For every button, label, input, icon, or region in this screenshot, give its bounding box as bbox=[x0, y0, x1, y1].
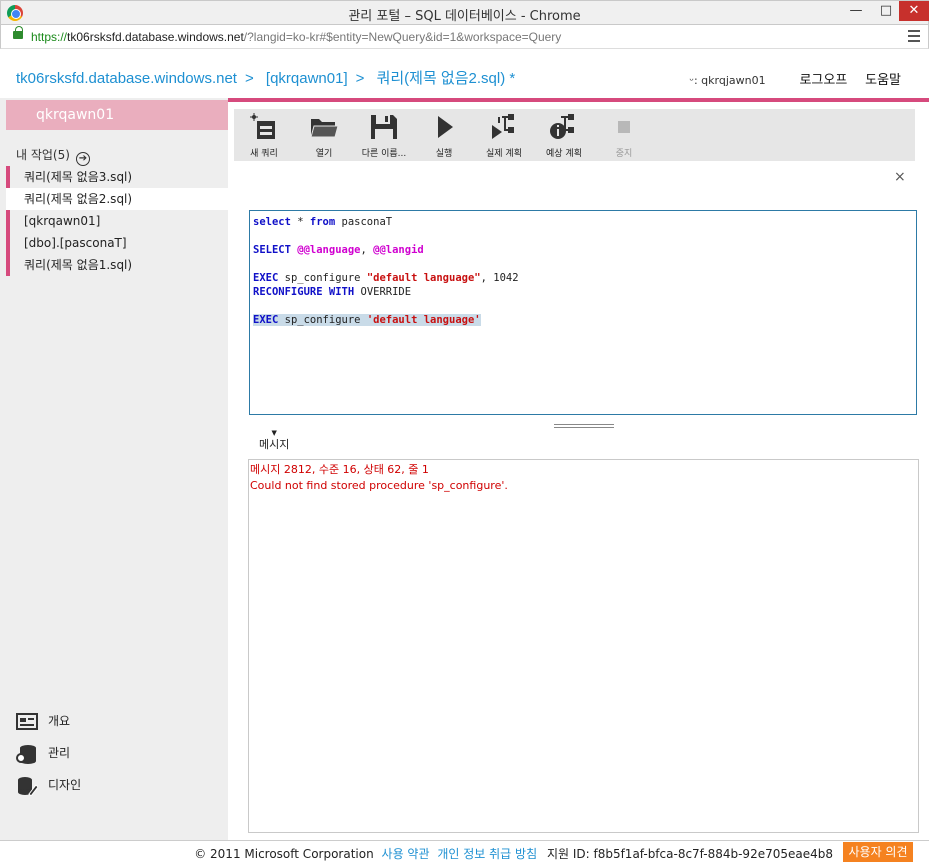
url-scheme: https:// bbox=[31, 30, 68, 44]
terms-link[interactable]: 사용 약관 bbox=[382, 847, 430, 861]
privacy-link[interactable]: 개인 정보 취급 방침 bbox=[437, 847, 537, 861]
messages-pane[interactable]: 메시지 2812, 수준 16, 상태 62, 줄 1 Could not fi… bbox=[248, 459, 919, 833]
breadcrumb: tk06rsksfd.database.windows.net > [qkrqaw… bbox=[16, 67, 523, 88]
messages-tab-label: 메시지 bbox=[259, 438, 290, 451]
account-name[interactable]: qkrqawn01 bbox=[6, 100, 228, 130]
stop-button[interactable]: 중지 bbox=[594, 109, 654, 161]
play-icon bbox=[438, 116, 453, 138]
new-query-icon bbox=[250, 113, 275, 139]
save-icon bbox=[371, 115, 397, 139]
task-item[interactable]: 쿼리(제목 없음1.sql) bbox=[6, 254, 228, 276]
messages-tab[interactable]: ▼ 메시지 bbox=[259, 430, 289, 452]
url-host: tk06rsksfd.database.windows.net bbox=[67, 30, 244, 44]
breadcrumb-separator: > bbox=[355, 70, 365, 87]
url-text[interactable]: https://tk06rsksfd.database.windows.net/… bbox=[31, 30, 561, 44]
close-icon[interactable]: × bbox=[894, 169, 906, 185]
code-line: RECONFIGURE WITH OVERRIDE bbox=[253, 286, 412, 298]
feedback-button[interactable]: 사용자 의견 bbox=[843, 842, 913, 862]
close-window-button[interactable]: ✕ bbox=[899, 1, 929, 21]
browser-menu-icon[interactable] bbox=[908, 30, 920, 45]
portal-header: tk06rsksfd.database.windows.net > [qkrqaw… bbox=[0, 50, 929, 98]
breadcrumb-query[interactable]: 쿼리(제목 없음2.sql) * bbox=[377, 70, 516, 87]
footer: © 2011 Microsoft Corporation 사용 약관 개인 정보… bbox=[0, 840, 929, 863]
accent-stripe bbox=[228, 98, 929, 102]
error-message-text: Could not find stored procedure 'sp_conf… bbox=[250, 479, 508, 492]
caret-down-icon: ▼ bbox=[271, 429, 277, 437]
logout-link[interactable]: 로그오프 bbox=[799, 73, 847, 88]
breadcrumb-database[interactable]: [qkrqawn01] bbox=[266, 70, 348, 87]
url-path: /?langid=ko-kr#$entity=NewQuery&id=1&wor… bbox=[243, 30, 562, 44]
code-line-selected: EXEC sp_configure 'default language' bbox=[253, 314, 481, 326]
design-icon bbox=[18, 776, 38, 796]
minimize-button[interactable]: — bbox=[839, 1, 873, 21]
side-nav: 개요 관리 디자인 bbox=[16, 710, 81, 806]
help-link[interactable]: 도움말 bbox=[865, 73, 901, 88]
breadcrumb-separator: > bbox=[244, 70, 254, 87]
nav-design[interactable]: 디자인 bbox=[16, 774, 81, 806]
header-actions: ᵕ: qkrqjawn01 로그오프 도움말 bbox=[689, 69, 901, 88]
nav-overview-label: 개요 bbox=[48, 714, 71, 728]
nav-overview[interactable]: 개요 bbox=[16, 710, 81, 742]
sql-editor[interactable]: select * from pasconaT SELECT @@language… bbox=[249, 210, 917, 415]
main-panel: 새 쿼리 열기 다른 이름... 실행 실제 계획 예상 계획 중지 × sel bbox=[228, 98, 929, 840]
code-line: select * from pasconaT bbox=[253, 216, 393, 228]
pane-splitter[interactable] bbox=[554, 424, 614, 428]
arrow-right-circle-icon[interactable]: ➔ bbox=[75, 152, 90, 166]
nav-admin-label: 관리 bbox=[48, 746, 71, 760]
footer-text: © 2011 Microsoft Corporation 사용 약관 개인 정보… bbox=[194, 845, 833, 862]
task-list: 쿼리(제목 없음3.sql) 쿼리(제목 없음2.sql) [qkrqawn01… bbox=[6, 166, 228, 276]
code-line: EXEC sp_configure "default language", 10… bbox=[253, 272, 519, 284]
database-admin-icon bbox=[16, 744, 36, 764]
window-titlebar: 관리 포털 – SQL 데이터베이스 - Chrome — □ ✕ bbox=[0, 0, 929, 25]
stop-icon bbox=[618, 121, 630, 133]
my-tasks-title: 내 작업(5) ➔ bbox=[16, 146, 90, 166]
estimated-plan-icon bbox=[550, 114, 574, 139]
nav-admin[interactable]: 관리 bbox=[16, 742, 81, 774]
code-line: SELECT @@language, @@langid bbox=[253, 244, 424, 256]
task-item[interactable]: [dbo].[pasconaT] bbox=[6, 232, 228, 254]
lock-icon bbox=[13, 26, 23, 39]
task-item-active[interactable]: 쿼리(제목 없음2.sql) bbox=[6, 188, 228, 210]
open-button[interactable]: 열기 bbox=[294, 109, 354, 161]
current-user: ᵕ: qkrqjawn01 bbox=[689, 74, 766, 87]
nav-design-label: 디자인 bbox=[48, 778, 82, 792]
actual-plan-icon bbox=[492, 114, 514, 139]
task-item[interactable]: [qkrqawn01] bbox=[6, 210, 228, 232]
address-bar[interactable]: https://tk06rsksfd.database.windows.net/… bbox=[0, 25, 929, 49]
sidebar: qkrqawn01 내 작업(5) ➔ 쿼리(제목 없음3.sql) 쿼리(제목 … bbox=[0, 98, 228, 840]
error-message-header: 메시지 2812, 수준 16, 상태 62, 줄 1 bbox=[250, 463, 429, 476]
task-item[interactable]: 쿼리(제목 없음3.sql) bbox=[6, 166, 228, 188]
save-as-button[interactable]: 다른 이름... bbox=[354, 109, 414, 161]
copyright: © 2011 Microsoft Corporation bbox=[194, 847, 374, 861]
folder-open-icon bbox=[310, 119, 339, 138]
estimated-plan-button[interactable]: 예상 계획 bbox=[534, 109, 594, 161]
breadcrumb-server[interactable]: tk06rsksfd.database.windows.net bbox=[16, 70, 237, 87]
run-button[interactable]: 실행 bbox=[414, 109, 474, 161]
maximize-button[interactable]: □ bbox=[873, 1, 899, 21]
overview-icon bbox=[16, 712, 38, 730]
actual-plan-button[interactable]: 실제 계획 bbox=[474, 109, 534, 161]
support-id: 지원 ID: f8b5f1af-bfca-8c7f-884b-92e705eae… bbox=[546, 847, 833, 861]
query-toolbar: 새 쿼리 열기 다른 이름... 실행 실제 계획 예상 계획 중지 bbox=[234, 109, 915, 161]
new-query-button[interactable]: 새 쿼리 bbox=[234, 109, 294, 161]
window-title: 관리 포털 – SQL 데이터베이스 - Chrome bbox=[348, 9, 581, 24]
